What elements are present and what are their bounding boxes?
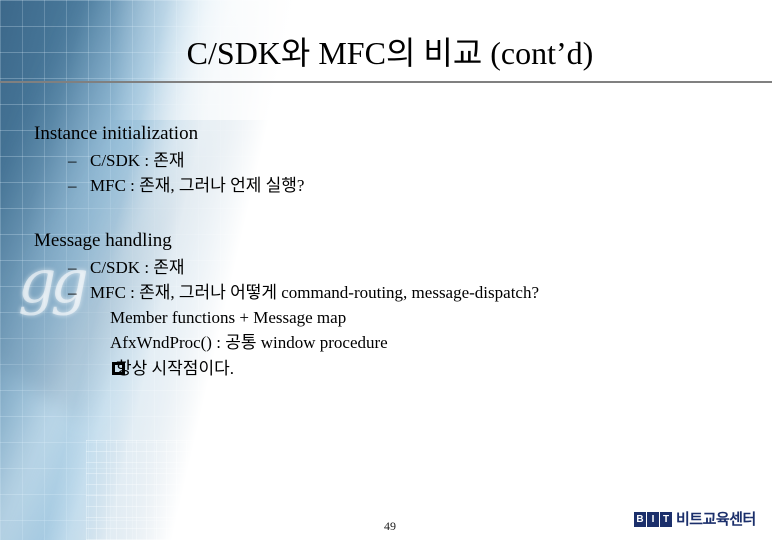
section-heading-instance-initialization: Instance initialization (34, 123, 199, 144)
subline-always-starting-point: 항상 시작점이다. (112, 359, 234, 379)
bit-logo: B I T 비트교육센터 (634, 510, 756, 529)
bullet-message-csdk: – C/SDK : 존재 (68, 258, 185, 278)
bit-logo-text: 비트교육센터 (676, 511, 756, 528)
bullet-text: MFC : 존재, 그러나 언제 실행? (90, 176, 305, 195)
slide-canvas: gg C/SDK와 MFC의 비교 (cont’d) Instance init… (0, 0, 780, 540)
bullet-text: MFC : 존재, 그러나 어떻게 command-routing, messa… (90, 283, 540, 302)
subline-afxwndproc: AfxWndProc() : 공통 window procedure (110, 333, 388, 352)
subline-text: 항상 시작점이다. (116, 359, 234, 378)
bit-logo-letter-b: B (634, 512, 646, 527)
bullet-text: C/SDK : 존재 (90, 151, 185, 170)
bullet-dash: – (68, 283, 77, 302)
bullet-message-mfc: – MFC : 존재, 그러나 어떻게 command-routing, mess… (68, 283, 539, 303)
subline-member-functions: Member functions + Message map (110, 308, 347, 327)
slide-body: Instance initialization – C/SDK : 존재 – MFC… (0, 0, 780, 540)
bullet-instance-mfc: – MFC : 존재, 그러나 언제 실행? (68, 176, 304, 196)
bit-logo-letter-i: I (647, 512, 659, 527)
bit-logo-mark: B I T (634, 512, 672, 527)
bit-logo-letter-t: T (660, 512, 672, 527)
section-heading-message-handling: Message handling (34, 230, 172, 251)
bullet-dash: – (68, 258, 77, 277)
bullet-instance-csdk: – C/SDK : 존재 (68, 151, 185, 171)
bullet-dash: – (68, 176, 77, 195)
bullet-text: C/SDK : 존재 (90, 258, 185, 277)
bullet-dash: – (68, 151, 77, 170)
